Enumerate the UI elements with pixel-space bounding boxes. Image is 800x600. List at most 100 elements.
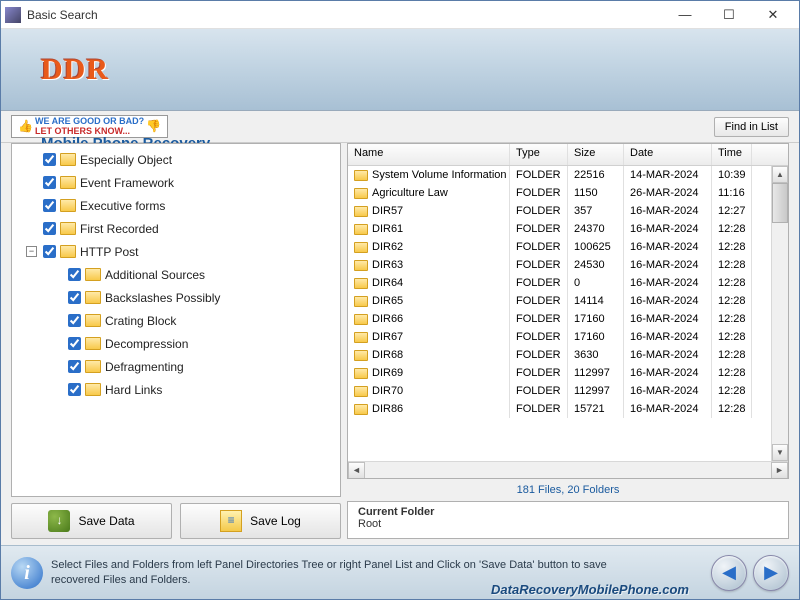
column-name[interactable]: Name (348, 144, 510, 165)
tree-item-label: First Recorded (80, 222, 159, 236)
folder-icon (354, 224, 368, 235)
folder-icon (354, 296, 368, 307)
watermark: DataRecoveryMobilePhone.com (491, 582, 689, 597)
save-data-button[interactable]: Save Data (11, 503, 172, 539)
table-row[interactable]: DIR68FOLDER363016-MAR-202412:28 (348, 346, 788, 364)
directory-tree: Especially Object Event FrameworkExecutiv… (11, 143, 341, 497)
left-panel: Especially Object Event FrameworkExecutiv… (11, 143, 341, 539)
scroll-track[interactable] (772, 223, 788, 444)
close-button[interactable]: ✕ (751, 1, 795, 29)
tree-item[interactable]: Crating Block (12, 309, 340, 332)
file-date: 16-MAR-2024 (624, 364, 712, 382)
titlebar: Basic Search — ☐ ✕ (1, 1, 799, 29)
scroll-down-icon[interactable]: ▼ (772, 444, 788, 461)
footer: i Select Files and Folders from left Pan… (1, 545, 799, 599)
file-date: 16-MAR-2024 (624, 400, 712, 418)
maximize-button[interactable]: ☐ (707, 1, 751, 29)
save-log-button[interactable]: Save Log (180, 503, 341, 539)
table-row[interactable]: DIR64FOLDER016-MAR-202412:28 (348, 274, 788, 292)
logo-text: DDR (41, 53, 109, 87)
right-panel: Name Type Size Date Time System Volume I… (347, 143, 789, 539)
scroll-up-icon[interactable]: ▲ (772, 166, 788, 183)
file-time: 12:28 (712, 274, 752, 292)
tree-item[interactable]: Defragmenting (12, 355, 340, 378)
tree-checkbox[interactable] (68, 314, 81, 327)
file-name: DIR63 (372, 259, 403, 271)
table-row[interactable]: DIR61FOLDER2437016-MAR-202412:28 (348, 220, 788, 238)
tree-checkbox[interactable] (68, 360, 81, 373)
scroll-right-icon[interactable]: ► (771, 462, 788, 479)
file-vscrollbar[interactable]: ▲ ▼ (771, 166, 788, 461)
file-time: 10:39 (712, 166, 752, 184)
tree-checkbox[interactable] (43, 153, 56, 166)
app-icon (5, 7, 21, 23)
file-type: FOLDER (510, 400, 568, 418)
tree-item[interactable]: Backslashes Possibly (12, 286, 340, 309)
table-row[interactable]: Agriculture LawFOLDER115026-MAR-202411:1… (348, 184, 788, 202)
tree-checkbox[interactable] (43, 222, 56, 235)
nav-back-button[interactable]: ◀ (711, 555, 747, 591)
minimize-button[interactable]: — (663, 1, 707, 29)
file-name: DIR65 (372, 295, 403, 307)
file-date: 14-MAR-2024 (624, 166, 712, 184)
find-in-list-button[interactable]: Find in List (714, 117, 789, 137)
scroll-left-icon[interactable]: ◄ (348, 462, 365, 479)
table-row[interactable]: DIR66FOLDER1716016-MAR-202412:28 (348, 310, 788, 328)
file-list-body[interactable]: System Volume InformationFOLDER2251614-M… (348, 166, 788, 461)
file-name: DIR67 (372, 331, 403, 343)
tree-item[interactable]: First Recorded (12, 217, 340, 240)
column-date[interactable]: Date (624, 144, 712, 165)
tree-checkbox[interactable] (68, 291, 81, 304)
table-row[interactable]: DIR57FOLDER35716-MAR-202412:27 (348, 202, 788, 220)
tree-checkbox[interactable] (68, 337, 81, 350)
tree-item[interactable]: Especially Object (12, 148, 340, 171)
table-row[interactable]: DIR69FOLDER11299716-MAR-202412:28 (348, 364, 788, 382)
tree-item[interactable]: Hard Links (12, 378, 340, 401)
tree-item[interactable]: Executive forms (12, 194, 340, 217)
column-time[interactable]: Time (712, 144, 752, 165)
thumbs-up-icon: 👍 (18, 120, 33, 133)
tree-item[interactable]: −HTTP Post (12, 240, 340, 263)
table-row[interactable]: DIR70FOLDER11299716-MAR-202412:28 (348, 382, 788, 400)
folder-icon (354, 332, 368, 343)
tree-item[interactable]: Event Framework (12, 171, 340, 194)
expander-icon[interactable]: − (26, 246, 37, 257)
table-row[interactable]: DIR62FOLDER10062516-MAR-202412:28 (348, 238, 788, 256)
folder-icon (60, 153, 76, 166)
file-size: 357 (568, 202, 624, 220)
tree-item-label: Hard Links (105, 383, 162, 397)
tree-checkbox[interactable] (43, 176, 56, 189)
tree-scroll[interactable]: Especially Object Event FrameworkExecutiv… (12, 144, 340, 496)
tree-checkbox[interactable] (68, 268, 81, 281)
file-list-header: Name Type Size Date Time (348, 144, 788, 166)
table-row[interactable]: DIR63FOLDER2453016-MAR-202412:28 (348, 256, 788, 274)
save-data-icon (48, 510, 70, 532)
window-title: Basic Search (27, 8, 663, 22)
table-row[interactable]: DIR67FOLDER1716016-MAR-202412:28 (348, 328, 788, 346)
tree-checkbox[interactable] (43, 199, 56, 212)
column-size[interactable]: Size (568, 144, 624, 165)
file-type: FOLDER (510, 364, 568, 382)
tree-item-label: Especially Object (80, 153, 172, 167)
table-row[interactable]: DIR65FOLDER1411416-MAR-202412:28 (348, 292, 788, 310)
tree-item[interactable]: Decompression (12, 332, 340, 355)
file-size: 100625 (568, 238, 624, 256)
table-row[interactable]: System Volume InformationFOLDER2251614-M… (348, 166, 788, 184)
nav-forward-button[interactable]: ▶ (753, 555, 789, 591)
column-type[interactable]: Type (510, 144, 568, 165)
folder-icon (354, 170, 368, 181)
file-date: 16-MAR-2024 (624, 274, 712, 292)
tree-checkbox[interactable] (68, 383, 81, 396)
header-banner: DDR Mobile Phone Recovery (1, 29, 799, 111)
tree-item[interactable]: Additional Sources (12, 263, 340, 286)
file-date: 16-MAR-2024 (624, 346, 712, 364)
file-date: 16-MAR-2024 (624, 220, 712, 238)
file-type: FOLDER (510, 292, 568, 310)
file-hscrollbar[interactable]: ◄ ► (348, 461, 788, 478)
file-name: Agriculture Law (372, 187, 448, 199)
save-data-label: Save Data (78, 514, 134, 528)
scroll-thumb[interactable] (772, 183, 788, 223)
tree-checkbox[interactable] (43, 245, 56, 258)
info-icon: i (11, 557, 43, 589)
table-row[interactable]: DIR86FOLDER1572116-MAR-202412:28 (348, 400, 788, 418)
